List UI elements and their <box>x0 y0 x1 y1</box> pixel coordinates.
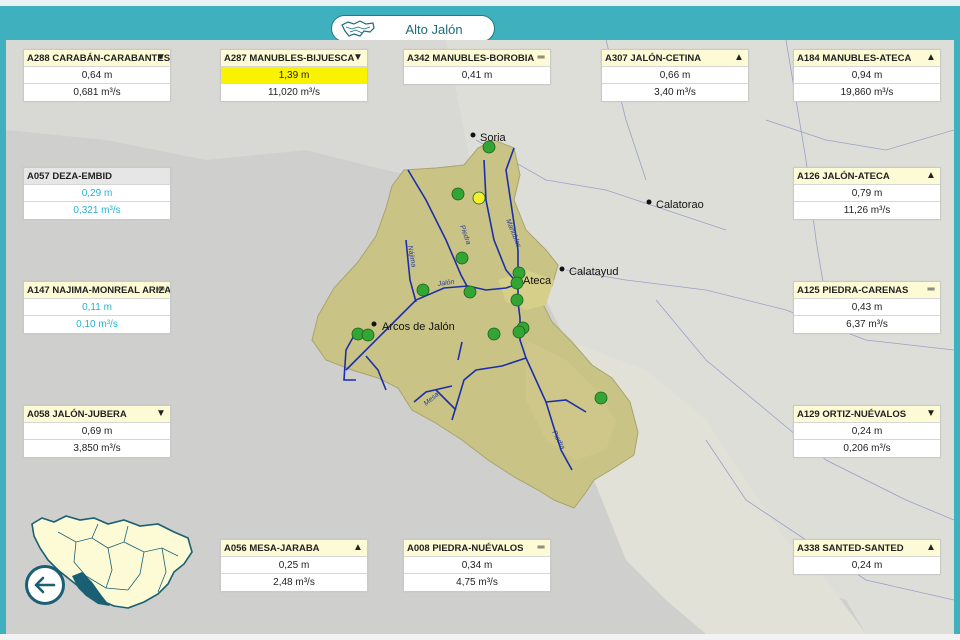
town-marker <box>646 199 652 205</box>
arrow-up-icon: ▲ <box>734 52 744 63</box>
station-title: A126 JALÓN-ATECA ▲ <box>794 168 940 185</box>
station-flow: 6,37 m³/s <box>846 319 888 330</box>
station-panel[interactable]: A008 PIEDRA-NUÉVALOS ═ 0,34 m 4,75 m³/s <box>403 539 551 592</box>
station-flow: 0,681 m³/s <box>73 87 121 98</box>
station-panel[interactable]: A184 MANUBLES-ATECA ▲ 0,94 m 19,860 m³/s <box>793 49 941 102</box>
arrow-up-icon: ▲ <box>926 52 936 63</box>
header-bar: Alto Jalón <box>0 0 960 42</box>
title-pill: Alto Jalón <box>331 15 495 42</box>
station-panel[interactable]: A288 CARABÁN-CARABANTES ▼ 0,64 m 0,681 m… <box>23 49 171 102</box>
arrow-up-icon: ▲ <box>926 170 936 181</box>
station-flow: 19,860 m³/s <box>840 87 894 98</box>
equals-icon: ═ <box>157 284 165 295</box>
station-flow: 3,850 m³/s <box>73 443 121 454</box>
arrow-up-icon: ▲ <box>926 542 936 553</box>
station-level: 0,34 m <box>404 557 550 574</box>
station-marker[interactable] <box>512 325 526 339</box>
town-label: Arcos de Jalón <box>382 321 455 333</box>
town-marker <box>559 266 565 272</box>
station-panel[interactable]: A058 JALÓN-JUBERA ▼ 0,69 m 3,850 m³/s <box>23 405 171 458</box>
town-marker <box>371 321 377 327</box>
station-marker[interactable] <box>510 276 524 290</box>
back-button[interactable] <box>25 565 65 605</box>
town-label: Ateca <box>523 275 552 287</box>
station-title: A008 PIEDRA-NUÉVALOS ═ <box>404 540 550 557</box>
station-level: 0,41 m <box>461 70 493 81</box>
station-title: A125 PIEDRA-CARENAS ═ <box>794 282 940 299</box>
station-marker[interactable] <box>416 283 430 297</box>
station-title: A129 ORTIZ-NUÉVALOS ▼ <box>794 406 940 423</box>
arrow-down-icon: ▼ <box>926 408 936 419</box>
station-panel[interactable]: A287 MANUBLES-BIJUESCA ▼ 1,39 m 11,020 m… <box>220 49 368 102</box>
station-flow: 0,10 m³/s <box>76 319 118 330</box>
station-panel[interactable]: A057 DEZA-EMBID 0,29 m 0,321 m³/s <box>23 167 171 220</box>
station-flow: 4,75 m³/s <box>456 577 498 588</box>
equals-icon: ═ <box>537 542 545 553</box>
station-marker[interactable] <box>594 391 608 405</box>
arrow-down-icon: ▼ <box>156 408 166 419</box>
station-level: 1,39 m <box>221 67 367 84</box>
station-panel[interactable]: A147 NAJIMA-MONREAL ARIZA ═ 0,11 m 0,10 … <box>23 281 171 334</box>
station-marker[interactable] <box>510 293 524 307</box>
station-level: 0,64 m <box>24 67 170 84</box>
station-panel[interactable]: A338 SANTED-SANTED ▲ 0,24 m <box>793 539 941 575</box>
station-level: 0,11 m <box>24 299 170 316</box>
station-flow: 11,020 m³/s <box>267 87 321 98</box>
station-title: A056 MESA-JARABA ▲ <box>221 540 367 557</box>
station-panel[interactable]: A125 PIEDRA-CARENAS ═ 0,43 m 6,37 m³/s <box>793 281 941 334</box>
arrow-down-icon: ▼ <box>353 52 363 63</box>
footer-strip <box>0 634 960 640</box>
station-marker[interactable] <box>455 251 469 265</box>
station-panel[interactable]: A126 JALÓN-ATECA ▲ 0,79 m 11,26 m³/s <box>793 167 941 220</box>
station-flow: 0,206 m³/s <box>843 443 891 454</box>
station-title: A307 JALÓN-CETINA ▲ <box>602 50 748 67</box>
station-level: 0,69 m <box>24 423 170 440</box>
town-label: Calatayud <box>569 266 619 278</box>
station-title: A288 CARABÁN-CARABANTES ▼ <box>24 50 170 67</box>
equals-icon: ═ <box>537 52 545 63</box>
station-level: 0,43 m <box>794 299 940 316</box>
station-marker[interactable] <box>451 187 465 201</box>
station-title: A338 SANTED-SANTED ▲ <box>794 540 940 557</box>
station-level: 0,79 m <box>794 185 940 202</box>
basin-logo-icon <box>341 20 375 37</box>
equals-icon: ═ <box>927 284 935 295</box>
station-panel[interactable]: A129 ORTIZ-NUÉVALOS ▼ 0,24 m 0,206 m³/s <box>793 405 941 458</box>
station-level: 0,66 m <box>602 67 748 84</box>
town-marker <box>470 132 476 138</box>
station-title: A287 MANUBLES-BIJUESCA ▼ <box>221 50 367 67</box>
station-level: 0,24 m <box>794 423 940 440</box>
station-panel[interactable]: A056 MESA-JARABA ▲ 0,25 m 2,48 m³/s <box>220 539 368 592</box>
station-title: A058 JALÓN-JUBERA ▼ <box>24 406 170 423</box>
page-title: Alto Jalón <box>405 22 463 37</box>
arrow-down-icon: ▼ <box>156 52 166 63</box>
station-level: 0,94 m <box>794 67 940 84</box>
arrow-up-icon: ▲ <box>353 542 363 553</box>
town-label: Soria <box>480 132 507 144</box>
station-title: A342 MANUBLES-BOROBIA ═ <box>404 50 550 67</box>
station-marker[interactable] <box>487 327 501 341</box>
town-label: Calatorao <box>656 199 704 211</box>
station-level: 0,25 m <box>221 557 367 574</box>
station-marker[interactable] <box>463 285 477 299</box>
station-level: 0,29 m <box>24 185 170 202</box>
station-marker[interactable] <box>361 328 375 342</box>
station-flow: 0,321 m³/s <box>73 205 121 216</box>
station-title: A147 NAJIMA-MONREAL ARIZA ═ <box>24 282 170 299</box>
station-marker-alert[interactable] <box>472 191 486 205</box>
station-flow: 2,48 m³/s <box>273 577 315 588</box>
station-flow: 3,40 m³/s <box>654 87 696 98</box>
station-panel[interactable]: A307 JALÓN-CETINA ▲ 0,66 m 3,40 m³/s <box>601 49 749 102</box>
station-title: A057 DEZA-EMBID <box>24 168 170 185</box>
station-level: 0,24 m <box>851 560 883 571</box>
station-marker[interactable] <box>482 140 496 154</box>
station-title: A184 MANUBLES-ATECA ▲ <box>794 50 940 67</box>
station-panel[interactable]: A342 MANUBLES-BOROBIA ═ 0,41 m <box>403 49 551 85</box>
station-flow: 11,26 m³/s <box>843 205 891 216</box>
arrow-left-icon <box>34 576 56 594</box>
